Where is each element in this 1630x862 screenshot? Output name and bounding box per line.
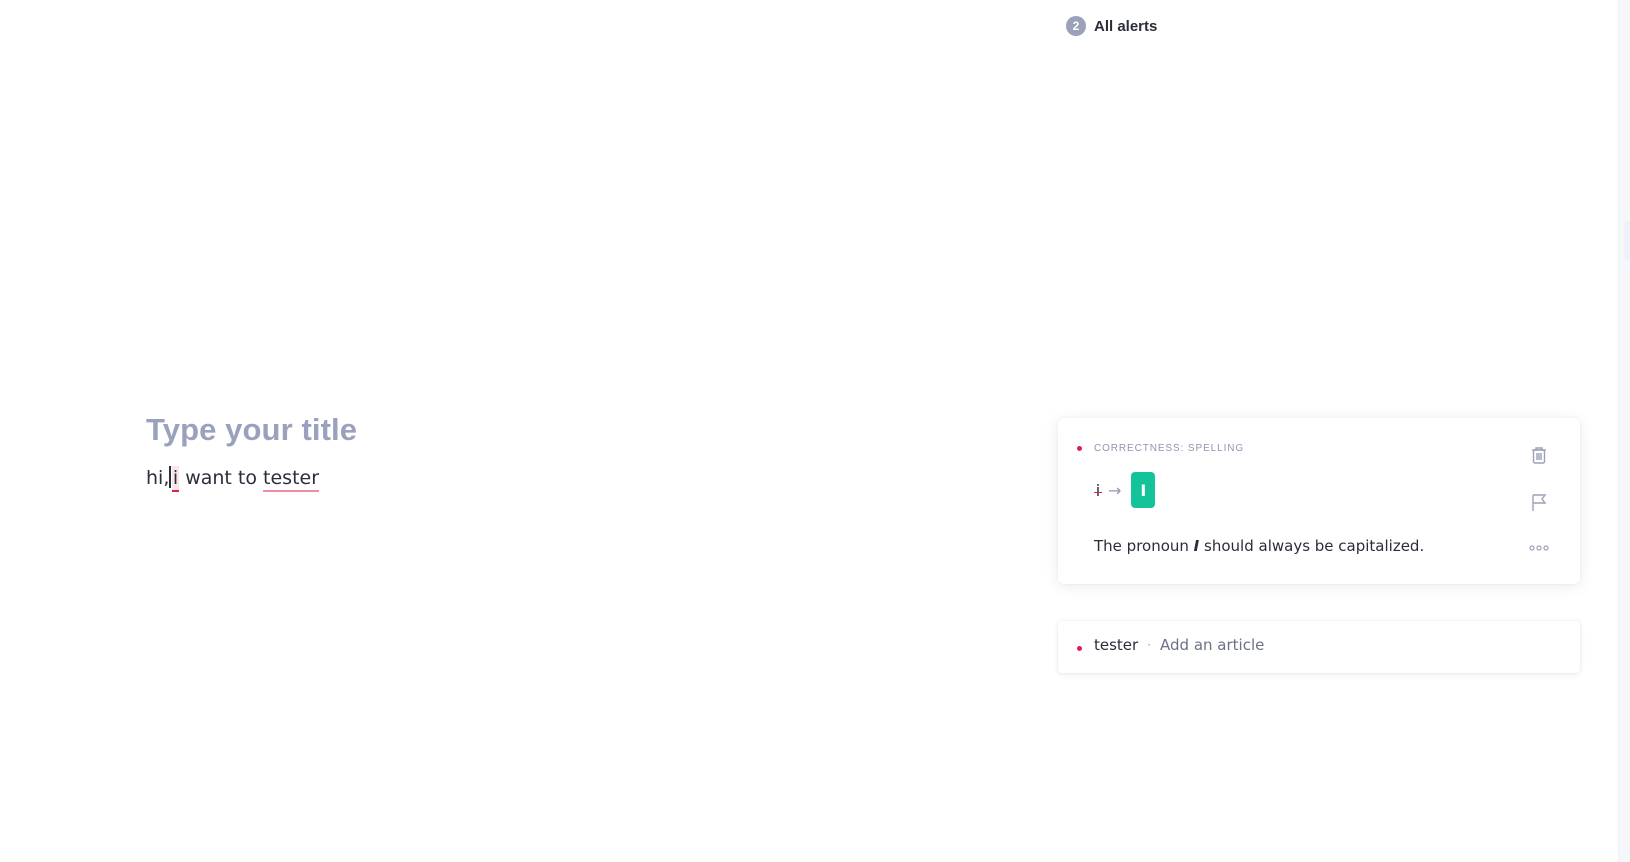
suggestion-card-collapsed[interactable]: tester · Add an article [1058,621,1580,673]
editor[interactable]: Type your title hi, i want to tester [146,410,946,492]
text-caret [169,466,171,488]
original-word: i [1094,480,1102,500]
collapsed-summary: tester · Add an article [1094,636,1264,654]
flag-icon[interactable] [1527,490,1551,514]
arrow-right-icon: → [1108,480,1122,500]
suggestion-card-expanded[interactable]: CORRECTNESS: SPELLING i → I The pronoun … [1058,418,1580,584]
suggestion-explanation: The pronoun I should always be capitaliz… [1094,537,1424,555]
suggestion-category: CORRECTNESS: SPELLING [1094,443,1245,454]
title-input[interactable]: Type your title [146,410,946,450]
correction-row: i → I [1094,472,1156,508]
trash-icon[interactable] [1527,443,1551,467]
explanation-text: should always be capitalized. [1199,537,1425,555]
right-gutter [1618,0,1630,862]
body-text: hi, [146,467,170,489]
suggestion-summary: Add an article [1160,636,1265,654]
severity-dot [1077,646,1082,651]
separator-dot: · [1147,638,1152,652]
alerts-count-badge: 2 [1066,16,1086,36]
spelling-error-highlight[interactable]: i [171,466,180,492]
flagged-word: tester [1094,636,1139,654]
document-body[interactable]: hi, i want to tester [146,464,946,492]
more-options-icon[interactable] [1527,536,1551,560]
alerts-label: All alerts [1094,17,1158,35]
sidebar-toggle-tab[interactable] [1624,221,1630,261]
severity-dot [1077,446,1082,451]
accept-suggestion-button[interactable]: I [1131,472,1156,508]
all-alerts-header[interactable]: 2 All alerts [1066,16,1157,36]
explanation-text: The pronoun [1094,537,1194,555]
body-text: want to [179,467,264,489]
article-error-underline[interactable]: tester [263,466,320,492]
